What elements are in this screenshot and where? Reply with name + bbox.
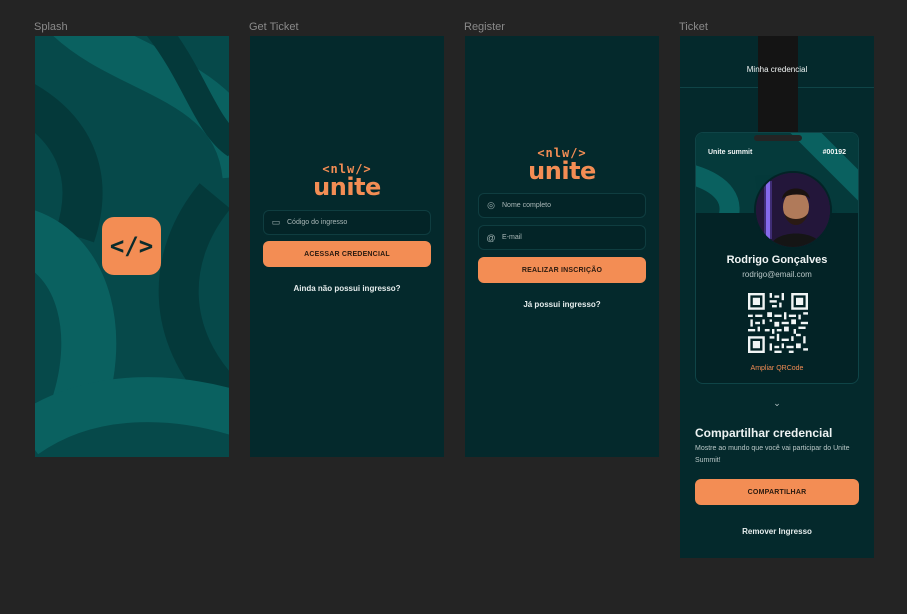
event-name: Unite summit — [708, 149, 753, 156]
share-title: Compartilhar credencial — [695, 426, 833, 440]
app-logo-icon: </> — [102, 217, 161, 275]
register-button[interactable]: REALIZAR INSCRIÇÃO — [478, 257, 646, 283]
splash-screen: </> — [35, 36, 229, 457]
attendee-name: Rodrigo Gonçalves — [726, 254, 828, 266]
attendee-email: rodrigo@email.com — [742, 270, 812, 279]
email-input[interactable]: @ E-mail — [478, 225, 646, 250]
share-button[interactable]: COMPARTILHAR — [695, 479, 859, 505]
full-name-input[interactable]: ◎ Nome completo — [478, 193, 646, 218]
page-title: Minha credencial — [746, 65, 808, 74]
lanyard-strap — [758, 36, 798, 139]
ticket-code-input[interactable]: ▭ Código do ingresso — [263, 210, 431, 235]
zoom-qrcode-link[interactable]: Ampliar QRCode — [696, 365, 858, 372]
frame-label-get-ticket: Get Ticket — [249, 21, 299, 33]
logo-unite: unite — [528, 157, 596, 185]
frame-label-splash: Splash — [34, 21, 68, 33]
remove-ticket-link[interactable]: Remover Ingresso — [680, 527, 874, 536]
avatar — [754, 171, 832, 249]
user-icon: ◎ — [487, 200, 495, 210]
logo-unite: unite — [313, 173, 381, 201]
frame-label-ticket: Ticket — [679, 21, 708, 33]
get-ticket-screen: <nlw/> unite ▭ Código do ingresso ACESSA… — [250, 36, 444, 457]
access-credential-button[interactable]: ACESSAR CREDENCIAL — [263, 241, 431, 267]
register-screen: <nlw/> unite ◎ Nome completo @ E-mail RE… — [465, 36, 659, 457]
lanyard-clip — [754, 135, 802, 141]
avatar-photo — [756, 173, 830, 247]
share-subtitle: Mostre ao mundo que você vai participar … — [695, 445, 850, 464]
full-name-placeholder: Nome completo — [502, 202, 552, 209]
qr-code — [748, 293, 808, 353]
chevrons-down-icon[interactable]: ⌄ — [680, 398, 874, 409]
at-icon: @ — [486, 232, 496, 243]
ticket-icon: ▭ — [271, 217, 281, 227]
email-placeholder: E-mail — [502, 234, 522, 241]
no-ticket-link[interactable]: Ainda não possui ingresso? — [250, 284, 444, 293]
frame-label-register: Register — [464, 21, 505, 33]
have-ticket-link[interactable]: Já possui ingresso? — [465, 300, 659, 309]
credential-card: Unite summit #00192 Rodrigo Gonçalves ro… — [695, 132, 859, 384]
ticket-code-placeholder: Código do ingresso — [287, 219, 348, 226]
ticket-number: #00192 — [822, 149, 846, 156]
ticket-screen: Minha credencial Unite summit #00192 Rod… — [680, 36, 874, 558]
